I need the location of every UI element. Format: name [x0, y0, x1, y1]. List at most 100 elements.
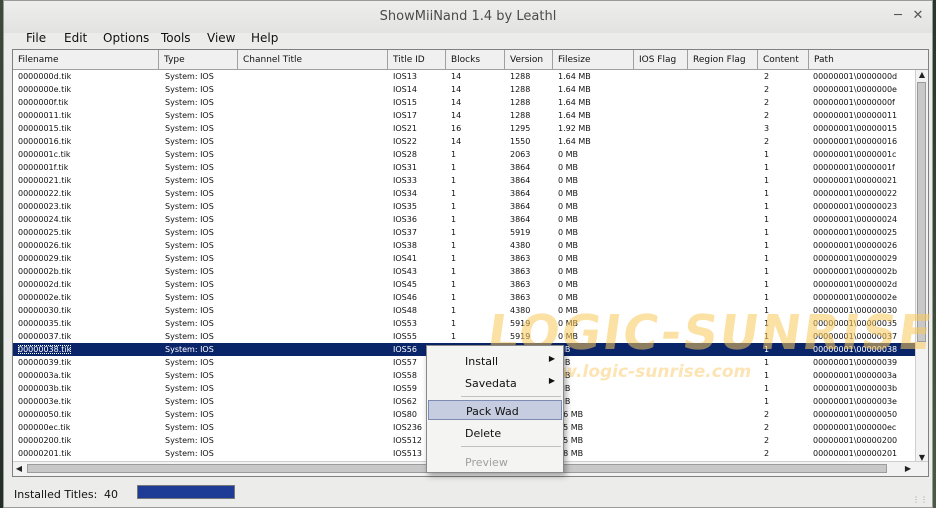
cell-filename: 0000002d.tik [18, 280, 72, 289]
cell-path: 00000001\00000022 [813, 189, 898, 198]
table-row[interactable]: 0000000d.tik System: IOS IOS13 14 1288 1.64 M… [13, 70, 916, 83]
cell-type: System: IOS [165, 423, 214, 432]
table-row[interactable]: 0000001c.tik System: IOS IOS28 1 2063 0 MB 1 00… [13, 148, 916, 161]
cell-path: 00000001\0000003a [813, 371, 897, 380]
scroll-right-icon[interactable]: ▶ [902, 464, 914, 473]
cell-type: System: IOS [165, 85, 214, 94]
context-install[interactable]: Install ▶ [428, 351, 562, 371]
cell-blocks: 1 [451, 202, 457, 211]
table-row[interactable]: 00000035.tik System: IOS IOS53 1 5919 0 MB 1 00… [13, 317, 916, 330]
cell-filename: 00000039.tik [18, 358, 72, 367]
cell-blocks: 1 [451, 306, 457, 315]
cell-type: System: IOS [165, 332, 214, 341]
table-row[interactable]: 00000015.tik System: IOS IOS21 16 1295 1.92 M… [13, 122, 916, 135]
scroll-left-icon[interactable]: ◀ [13, 464, 25, 473]
table-row[interactable]: 0000000e.tik System: IOS IOS14 14 1288 1.64 M… [13, 83, 916, 96]
table-row[interactable]: 00000022.tik System: IOS IOS34 1 3864 0 MB 1 00… [13, 187, 916, 200]
table-row[interactable]: 0000000f.tik System: IOS IOS15 14 1288 1.64 M… [13, 96, 916, 109]
table-row[interactable]: 0000002e.tik System: IOS IOS46 1 3863 0 MB 1 00… [13, 291, 916, 304]
context-pack-wad[interactable]: Pack Wad [428, 400, 562, 420]
cell-content: 1 [764, 280, 770, 289]
table-row[interactable]: 00000026.tik System: IOS IOS38 1 4380 0 MB 1 00… [13, 239, 916, 252]
minimize-button[interactable]: ─ [890, 8, 906, 24]
table-row[interactable]: 0000002b.tik System: IOS IOS43 1 3863 0 MB 1 00… [13, 265, 916, 278]
col-ios-flag[interactable]: IOS Flag [634, 50, 688, 69]
col-version[interactable]: Version [505, 50, 553, 69]
cell-version: 4380 [510, 241, 531, 250]
table-row[interactable]: 00000030.tik System: IOS IOS48 1 4380 0 MB 1 00… [13, 304, 916, 317]
col-channel-title[interactable]: Channel Title [238, 50, 388, 69]
cell-filesize: 1.64 MB [558, 72, 591, 81]
menu-tools[interactable]: Tools [161, 31, 191, 45]
menu-edit[interactable]: Edit [64, 31, 87, 45]
table-row[interactable]: 0000001f.tik System: IOS IOS31 1 3864 0 MB 1 00… [13, 161, 916, 174]
context-savedata[interactable]: Savedata ▶ [428, 373, 562, 393]
cell-version: 5919 [510, 319, 531, 328]
cell-filesize: 0 MB [558, 176, 579, 185]
cell-type: System: IOS [165, 150, 214, 159]
cell-blocks: 1 [451, 176, 457, 185]
col-content[interactable]: Content [758, 50, 809, 69]
scroll-up-icon[interactable]: ▲ [916, 70, 928, 79]
cell-path: 00000001\00000200 [813, 436, 898, 445]
cell-title-id: IOS14 [393, 85, 417, 94]
cell-path: 00000001\00000030 [813, 306, 898, 315]
cell-path: 00000001\0000001c [813, 150, 897, 159]
vertical-scrollbar[interactable]: ▲ ▼ [915, 70, 928, 462]
table-row[interactable]: 00000023.tik System: IOS IOS35 1 3864 0 MB 1 00… [13, 200, 916, 213]
table-row[interactable]: 00000037.tik System: IOS IOS55 1 5919 0 MB 1 00… [13, 330, 916, 343]
col-region-flag[interactable]: Region Flag [688, 50, 758, 69]
menu-view[interactable]: View [207, 31, 235, 45]
col-filesize[interactable]: Filesize [553, 50, 634, 69]
cell-content: 1 [764, 306, 770, 315]
cell-version: 1288 [510, 72, 531, 81]
vertical-scroll-thumb[interactable] [917, 82, 926, 342]
col-type[interactable]: Type [159, 50, 238, 69]
col-filename[interactable]: Filename [13, 50, 159, 69]
close-button[interactable]: ✕ [910, 8, 926, 24]
cell-content: 2 [764, 137, 770, 146]
cell-blocks: 1 [451, 241, 457, 250]
cell-filesize: 0 MB [558, 267, 579, 276]
cell-type: System: IOS [165, 124, 214, 133]
cell-filename: 00000030.tik [18, 306, 72, 315]
cell-filename: 000000ec.tik [18, 423, 71, 432]
menu-file[interactable]: File [26, 31, 46, 45]
submenu-arrow-icon: ▶ [548, 354, 555, 363]
table-row[interactable]: 00000029.tik System: IOS IOS41 1 3863 0 MB 1 00… [13, 252, 916, 265]
menu-options[interactable]: Options [103, 31, 149, 45]
context-install-label: Install [465, 355, 499, 368]
cell-type: System: IOS [165, 202, 214, 211]
cell-content: 1 [764, 371, 770, 380]
cell-title-id: IOS15 [393, 98, 417, 107]
cell-type: System: IOS [165, 397, 214, 406]
context-delete[interactable]: Delete [428, 423, 562, 443]
cell-title-id: IOS45 [393, 280, 417, 289]
cell-title-id: IOS62 [393, 397, 417, 406]
menu-separator [461, 396, 561, 397]
cell-filesize: 0 MB [558, 163, 579, 172]
table-row[interactable]: 00000025.tik System: IOS IOS37 1 5919 0 MB 1 00… [13, 226, 916, 239]
cell-type: System: IOS [165, 319, 214, 328]
cell-filesize: 0 MB [558, 319, 579, 328]
menu-bar: File Edit Options Tools View Help [4, 28, 932, 48]
cell-type: System: IOS [165, 98, 214, 107]
col-title-id[interactable]: Title ID [388, 50, 446, 69]
col-blocks[interactable]: Blocks [446, 50, 505, 69]
cell-version: 3864 [510, 202, 531, 211]
resize-grip-icon[interactable]: ⋮⋮ [912, 495, 928, 504]
menu-help[interactable]: Help [251, 31, 278, 45]
cell-filename: 0000003b.tik [18, 384, 72, 393]
table-row[interactable]: 00000011.tik System: IOS IOS17 14 1288 1.64 M… [13, 109, 916, 122]
table-row[interactable]: 00000024.tik System: IOS IOS36 1 3864 0 MB 1 00… [13, 213, 916, 226]
cell-filename: 00000016.tik [18, 137, 72, 146]
table-row[interactable]: 00000016.tik System: IOS IOS22 14 1550 1.64 M… [13, 135, 916, 148]
table-row[interactable]: 00000021.tik System: IOS IOS33 1 3864 0 MB 1 00… [13, 174, 916, 187]
cell-content: 2 [764, 98, 770, 107]
cell-filename: 0000000e.tik [18, 85, 72, 94]
col-path[interactable]: Path [809, 50, 928, 69]
cell-content: 1 [764, 176, 770, 185]
cell-title-id: IOS35 [393, 202, 417, 211]
table-row[interactable]: 0000002d.tik System: IOS IOS45 1 3863 0 MB 1 00… [13, 278, 916, 291]
cell-version: 1288 [510, 85, 531, 94]
